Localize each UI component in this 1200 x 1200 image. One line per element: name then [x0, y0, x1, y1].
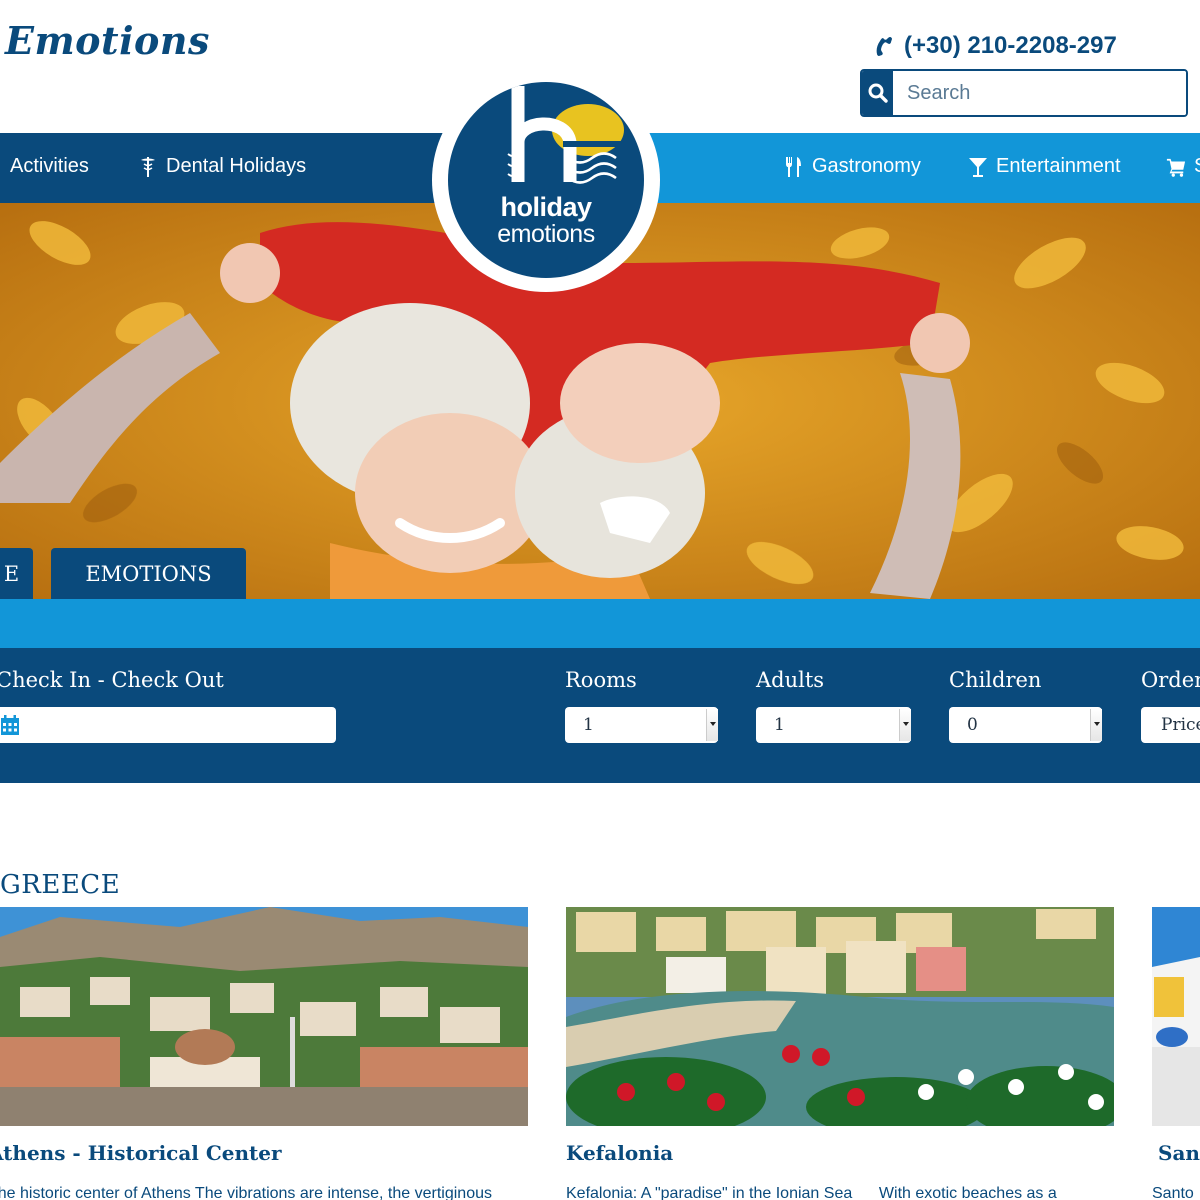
- phone-contact[interactable]: (+30) 210-2208-297: [870, 32, 1117, 60]
- card-image-santorini[interactable]: [1152, 907, 1200, 1126]
- logo-text-emotions: emotions: [497, 220, 595, 248]
- santorini-photo: [1152, 907, 1200, 1126]
- tab-band: [0, 599, 1200, 648]
- calendar-icon[interactable]: [0, 714, 20, 736]
- kefalonia-photo: [566, 907, 1114, 1126]
- search-bar: [860, 69, 1188, 117]
- nav-item-entertainment[interactable]: Entertainment: [968, 155, 1121, 178]
- cart-icon: [1166, 158, 1186, 177]
- nav-item-activities[interactable]: Activities: [10, 155, 89, 178]
- chevron-down-icon: [706, 709, 718, 741]
- children-select[interactable]: 0: [949, 707, 1102, 743]
- adults-label: Adults: [756, 668, 825, 692]
- date-range-input[interactable]: [0, 707, 336, 743]
- logo-text-holiday: holiday: [500, 192, 592, 222]
- card-text-kefalonia: Kefalonia: A "paradise" in the Ionian Se…: [566, 1185, 1057, 1200]
- card-title-kefalonia[interactable]: Kefalonia: [566, 1141, 673, 1165]
- card-text-athens: The historic center of Athens The vibrat…: [0, 1185, 492, 1200]
- nav-item-label: Activities: [10, 155, 89, 177]
- chevron-down-icon: [1090, 709, 1102, 741]
- adults-value: 1: [774, 715, 785, 735]
- nav-item-label: Dental Holidays: [166, 155, 307, 177]
- search-icon: [868, 83, 888, 103]
- fork-knife-icon: [786, 156, 801, 177]
- rooms-select[interactable]: 1: [565, 707, 718, 743]
- nav-item-label: Gastronomy: [812, 155, 921, 177]
- children-label: Children: [949, 668, 1042, 692]
- card-image-athens[interactable]: [0, 907, 528, 1126]
- card-text-santorini: Santo: [1152, 1185, 1194, 1200]
- card-title-santorini[interactable]: Sant: [1158, 1141, 1200, 1165]
- phone-number: (+30) 210-2208-297: [904, 32, 1117, 59]
- order-value: Price: [1161, 715, 1200, 735]
- nav-item-label: Entertainment: [996, 155, 1121, 177]
- phone-icon: [876, 37, 892, 56]
- rooms-value: 1: [583, 715, 594, 735]
- athens-photo: [0, 907, 528, 1126]
- tab-emotions[interactable]: EMOTIONS: [51, 548, 246, 599]
- children-value: 0: [967, 715, 978, 735]
- adults-select[interactable]: 1: [756, 707, 911, 743]
- nav-item-shop[interactable]: S: [1166, 155, 1200, 178]
- holiday-emotions-logo[interactable]: holiday emotions: [432, 68, 660, 292]
- dates-label: Check In - Check Out: [0, 668, 224, 692]
- search-input[interactable]: [893, 71, 1186, 115]
- order-select[interactable]: Price: [1141, 707, 1200, 743]
- nav-item-label: S: [1194, 155, 1200, 178]
- search-button[interactable]: [862, 71, 893, 115]
- rooms-label: Rooms: [565, 668, 637, 692]
- logo-badge: holiday emotions: [448, 82, 644, 278]
- order-label: Order: [1141, 668, 1200, 692]
- section-title: GREECE: [0, 870, 121, 900]
- logo-mark-icon: [507, 86, 624, 184]
- caduceus-icon: [141, 156, 155, 177]
- nav-item-gastronomy[interactable]: Gastronomy: [784, 155, 921, 178]
- tab-prev[interactable]: E: [0, 548, 33, 599]
- nav-item-dental-holidays[interactable]: Dental Holidays: [138, 155, 306, 178]
- card-title-athens[interactable]: Athens - Historical Center: [0, 1141, 282, 1165]
- brand-title[interactable]: Emotions: [5, 18, 210, 63]
- cocktail-icon: [969, 157, 987, 177]
- chevron-down-icon: [899, 709, 911, 741]
- card-image-kefalonia[interactable]: [566, 907, 1114, 1126]
